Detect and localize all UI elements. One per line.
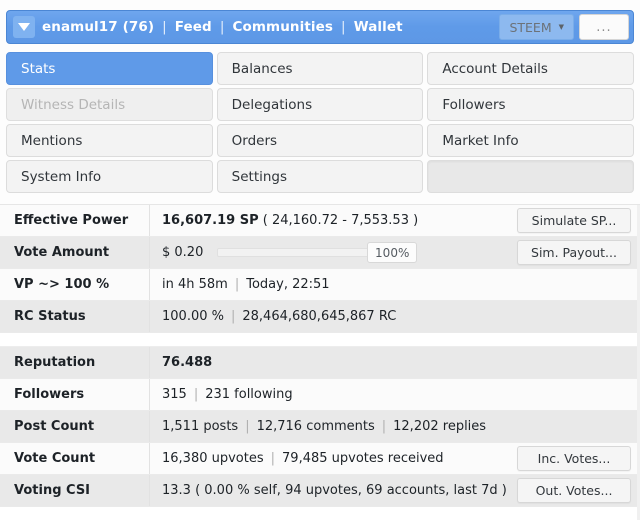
tab-delegations[interactable]: Delegations <box>216 88 424 121</box>
post-count-separator-2: | <box>381 419 387 434</box>
nav-separator-3: | <box>341 19 346 35</box>
tab-grid: Stats Balances Account Details Witness D… <box>6 52 634 193</box>
tab-followers[interactable]: Followers <box>427 88 634 121</box>
table-row-vote-count: Vote Count 16,380 upvotes | 79,485 upvot… <box>0 443 640 475</box>
stats-table: Effective Power 16,607.19 SP ( 24,160.72… <box>0 204 640 520</box>
outgoing-votes-button[interactable]: Out. Votes... <box>517 478 631 503</box>
row-label-vote-amount: Vote Amount <box>0 237 150 268</box>
table-row-followers: Followers 315 | 231 following <box>0 379 640 411</box>
post-count-comments: 12,716 comments <box>256 419 375 434</box>
followers-separator: | <box>193 387 199 402</box>
table-row-vote-amount: Vote Amount $ 0.20 100% Sim. Payout... <box>0 237 640 269</box>
reputation-value: 76.488 <box>162 355 213 370</box>
voting-csi-value: 13.3 ( 0.00 % self, 94 upvotes, 69 accou… <box>162 483 507 498</box>
row-label-reputation: Reputation <box>0 347 150 378</box>
followers-count: 315 <box>162 387 187 402</box>
tab-system-info[interactable]: System Info <box>6 160 213 193</box>
header-nav: enamul17 (76) | Feed | Communities | Wal… <box>42 19 403 35</box>
table-row-voting-csi: Voting CSI 13.3 ( 0.00 % self, 94 upvote… <box>0 475 640 507</box>
nav-separator-1: | <box>162 19 167 35</box>
incoming-votes-button[interactable]: Inc. Votes... <box>517 446 631 471</box>
row-value-reputation: 76.488 <box>150 347 640 378</box>
vp-time-remaining: in 4h 58m <box>162 277 228 292</box>
row-label-followers: Followers <box>0 379 150 410</box>
chevron-down-icon[interactable] <box>13 16 35 38</box>
table-row-vp-to-100: VP ~> 100 % in 4h 58m | Today, 22:51 <box>0 269 640 301</box>
chevron-down-small-icon: ▼ <box>558 22 564 31</box>
row-value-followers: 315 | 231 following <box>150 379 640 410</box>
table-row-post-count: Post Count 1,511 posts | 12,716 comments… <box>0 411 640 443</box>
nav-link-feed[interactable]: Feed <box>175 19 212 35</box>
tab-market-info[interactable]: Market Info <box>427 124 634 157</box>
row-label-effective-power: Effective Power <box>0 205 150 236</box>
nav-link-wallet[interactable]: Wallet <box>354 19 403 35</box>
table-row-reputation: Reputation 76.488 <box>0 347 640 379</box>
effective-power-amount: 16,607.19 SP <box>162 213 259 228</box>
tab-mentions[interactable]: Mentions <box>6 124 213 157</box>
currency-selector-label: STEEM <box>509 19 552 35</box>
post-count-separator-1: | <box>245 419 250 434</box>
vote-amount-value: $ 0.20 <box>162 245 204 260</box>
table-row-rc-status: RC Status 100.00 % | 28,464,680,645,867 … <box>0 301 640 333</box>
rc-amount: 28,464,680,645,867 RC <box>242 309 397 324</box>
overflow-menu-button[interactable]: ... <box>579 14 629 40</box>
row-value-post-count: 1,511 posts | 12,716 comments | 12,202 r… <box>150 411 640 442</box>
post-count-replies: 12,202 replies <box>393 419 487 434</box>
row-label-vote-count: Vote Count <box>0 443 150 474</box>
tab-orders[interactable]: Orders <box>216 124 424 157</box>
row-value-vp-to-100: in 4h 58m | Today, 22:51 <box>150 269 640 300</box>
table-row-effective-power: Effective Power 16,607.19 SP ( 24,160.72… <box>0 205 640 237</box>
rc-separator: | <box>230 309 236 324</box>
tab-balances[interactable]: Balances <box>216 52 424 85</box>
effective-power-range: ( 24,160.72 - 7,553.53 ) <box>262 213 419 228</box>
sim-payout-button[interactable]: Sim. Payout... <box>517 240 631 265</box>
tab-witness-details: Witness Details <box>6 88 213 121</box>
vote-weight-slider[interactable]: 100% <box>217 242 418 264</box>
row-label-rc-status: RC Status <box>0 301 150 332</box>
app-header: enamul17 (76) | Feed | Communities | Wal… <box>6 10 634 44</box>
vp-separator: | <box>234 277 240 292</box>
row-label-voting-csi: Voting CSI <box>0 475 150 506</box>
post-count-posts: 1,511 posts <box>162 419 239 434</box>
nav-separator-2: | <box>219 19 225 35</box>
tab-account-details[interactable]: Account Details <box>427 52 634 85</box>
vote-count-separator: | <box>270 451 276 466</box>
section-divider <box>0 333 640 347</box>
row-label-vp-to-100: VP ~> 100 % <box>0 269 150 300</box>
currency-selector[interactable]: STEEM ▼ <box>499 14 574 40</box>
nav-link-communities[interactable]: Communities <box>232 19 333 35</box>
tab-stats[interactable]: Stats <box>6 52 213 85</box>
rc-percent: 100.00 % <box>162 309 224 324</box>
vp-eta: Today, 22:51 <box>246 277 330 292</box>
row-label-post-count: Post Count <box>0 411 150 442</box>
following-count: 231 following <box>205 387 293 402</box>
vote-weight-slider-thumb[interactable]: 100% <box>367 242 418 263</box>
vote-count-received: 79,485 upvotes received <box>282 451 444 466</box>
row-value-rc-status: 100.00 % | 28,464,680,645,867 RC <box>150 301 640 332</box>
account-name-link[interactable]: enamul17 (76) <box>42 19 154 35</box>
simulate-sp-button[interactable]: Simulate SP... <box>517 208 631 233</box>
tab-empty-slot <box>427 160 634 193</box>
vote-count-given: 16,380 upvotes <box>162 451 264 466</box>
tab-settings[interactable]: Settings <box>216 160 424 193</box>
steem-account-window: enamul17 (76) | Feed | Communities | Wal… <box>0 0 640 520</box>
